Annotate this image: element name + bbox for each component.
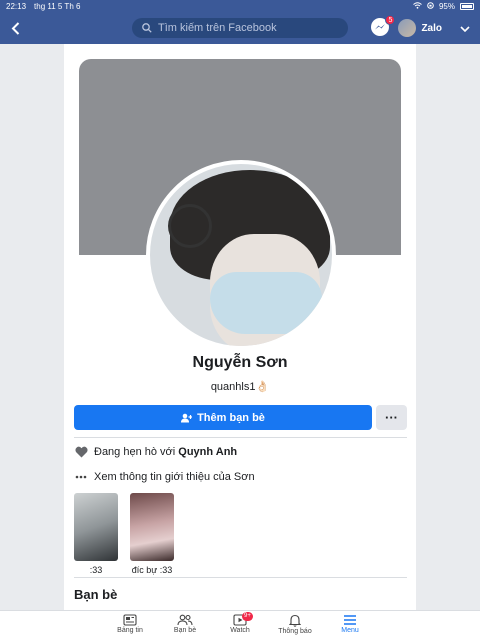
divider [74,437,407,438]
relationship-row: Đang hẹn hò với Quynh Anh [74,444,237,460]
add-friend-button[interactable]: Thêm bạn bè [74,405,372,430]
battery-icon [460,2,474,10]
divider [74,577,407,578]
featured-photos: :33 đíc bự :33 [74,493,174,575]
messenger-button[interactable]: 5 [370,15,396,39]
heart-icon [74,446,88,458]
relationship-text: Đang hẹn hò với [94,446,179,458]
featured-photo-image[interactable] [130,493,174,561]
tab-label: Thông báo [278,628,312,635]
chevron-down-icon[interactable] [460,19,470,37]
featured-photo[interactable]: :33 [74,493,118,575]
tab-label: Watch [230,627,250,634]
chevron-left-icon [11,21,19,35]
tab-label: Bảng tin [117,627,143,634]
profile-card: Nguyễn Sơn quanhls1👌🏻 Thêm bạn bè ··· Đa… [64,44,416,610]
add-friend-icon [181,413,193,422]
status-bar: 22:13 thg 11 5 Th 6 95% [0,0,480,12]
news-feed-icon [123,614,137,626]
search-input[interactable]: Tìm kiếm trên Facebook [132,18,348,38]
featured-photo-caption: :33 [89,565,103,575]
battery-percent: 95% [438,1,455,11]
status-date: thg 11 5 Th 6 [34,1,81,11]
account-avatar[interactable] [398,19,417,37]
add-friend-label: Thêm bạn bè [197,411,265,424]
about-row[interactable]: Xem thông tin giới thiệu của Sơn [74,469,255,485]
messenger-badge: 5 [385,15,396,25]
profile-username: quanhls1👌🏻 [210,381,270,393]
more-options-button[interactable]: ··· [376,405,407,430]
status-right: 95% [413,2,474,11]
menu-icon [344,615,356,625]
status-time: 22:13 [6,1,27,11]
friends-icon [177,614,193,626]
profile-name: Nguyễn Sơn [192,354,288,371]
wifi-icon [413,1,422,11]
featured-photo-image[interactable] [74,493,118,561]
tab-label: Menu [341,627,359,634]
about-link[interactable]: Xem thông tin giới thiệu của Sơn [94,471,255,483]
search-placeholder: Tìm kiếm trên Facebook [158,22,277,34]
back-button[interactable] [0,12,30,44]
featured-photo[interactable]: đíc bự :33 [130,493,174,575]
tab-menu[interactable]: Menu [322,614,378,634]
more-horizontal-icon [74,475,88,479]
relationship-partner-link[interactable]: Quynh Anh [178,446,237,458]
lock-rotation-icon [427,1,434,11]
search-icon [142,23,152,33]
watch-badge: 9+ [242,612,253,621]
nav-right: 5 Zalo [370,12,480,44]
more-icon: ··· [385,410,398,425]
top-nav: Tìm kiếm trên Facebook 5 Zalo [0,12,480,44]
friends-section-title: Bạn bè [74,587,118,602]
tab-label: Bạn bè [173,627,197,634]
bell-icon [289,614,301,627]
tab-friends[interactable]: Bạn bè [157,614,213,634]
profile-picture[interactable] [146,160,336,350]
tab-news-feed[interactable]: Bảng tin [102,614,158,634]
bottom-tab-bar: Bảng tin Bạn bè 9+ Watch Thông báo Menu [0,610,480,640]
tab-watch[interactable]: 9+ Watch [212,612,268,634]
tab-notifications[interactable]: Thông báo [267,614,323,635]
account-name[interactable]: Zalo [421,23,442,34]
featured-photo-caption: đíc bự :33 [131,565,173,575]
